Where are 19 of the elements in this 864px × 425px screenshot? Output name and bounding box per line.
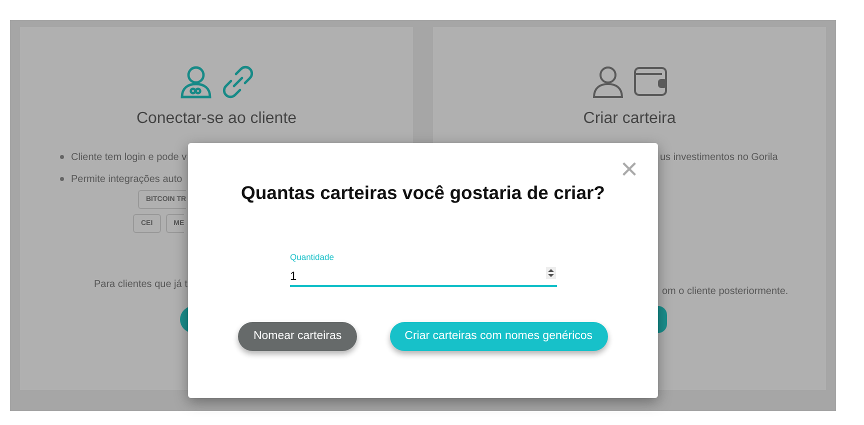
link-icon <box>220 65 254 99</box>
person-icon <box>590 65 624 99</box>
create-wallets-button[interactable]: Criar carteiras com nomes genéricos <box>390 322 608 350</box>
card-title: Criar carteira <box>582 109 677 129</box>
dialog-title: Quantas carteiras você gostaria de criar? <box>240 181 606 205</box>
field-label: Quantidade <box>290 250 335 264</box>
bullet-icon <box>60 177 64 181</box>
description-text: Para clientes que já t <box>94 278 188 292</box>
person-icon <box>178 65 212 99</box>
wallet-icon <box>632 65 668 97</box>
bullet-text: Cliente tem login e pode v <box>71 150 187 164</box>
spinner-icon[interactable] <box>546 266 556 278</box>
card-title: Conectar-se ao cliente <box>135 109 298 129</box>
bullet-text: Permite integrações auto <box>71 172 182 186</box>
description-text: om o cliente posteriormente. <box>662 285 790 299</box>
name-wallets-button[interactable]: Nomear carteiras <box>238 322 357 350</box>
bullet-icon <box>60 155 64 159</box>
close-button[interactable]: × <box>620 157 638 183</box>
description-text: us investimentos no Gorila <box>660 151 779 165</box>
